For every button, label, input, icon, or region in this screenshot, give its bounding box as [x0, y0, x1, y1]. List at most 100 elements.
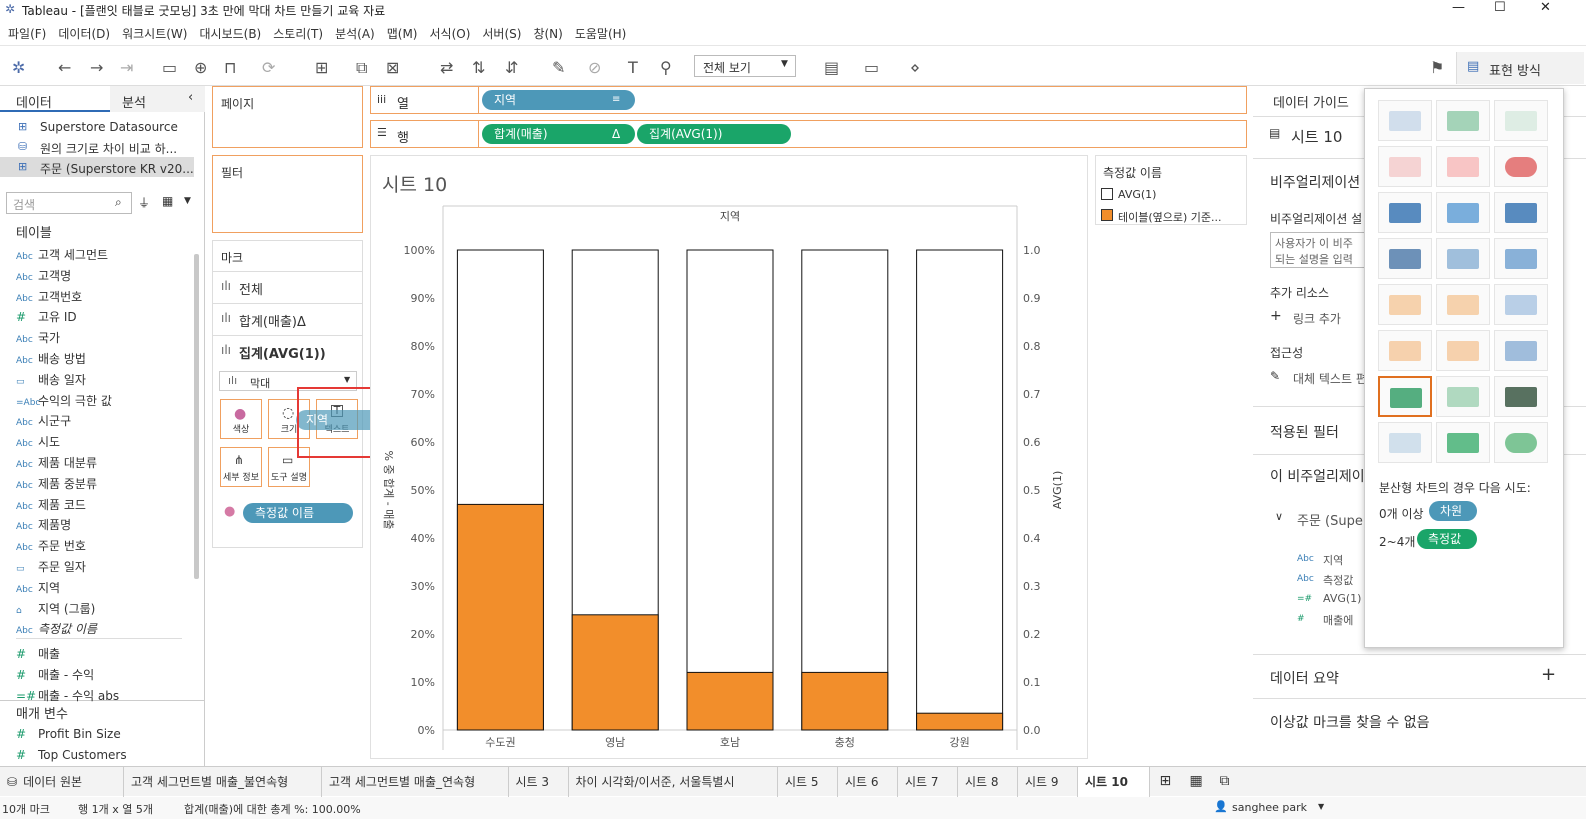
chevron-down-icon[interactable]: ▼: [1318, 802, 1324, 811]
legend-item-pct[interactable]: 테이블(옆으로) 기준...: [1118, 209, 1222, 225]
undo-icon[interactable]: ←: [58, 58, 71, 77]
menu-item[interactable]: 서식(O): [430, 22, 471, 46]
row-pill-sales[interactable]: 합계(매출) Δ: [482, 124, 635, 144]
bar-pct[interactable]: [571, 614, 659, 731]
rows-shelf[interactable]: ☰ 행 합계(매출) Δ 집계(AVG(1)): [370, 120, 1247, 148]
pause-update-icon[interactable]: ⊓: [224, 58, 236, 77]
sheet-tab[interactable]: 시트 5: [778, 767, 838, 797]
field-item[interactable]: ▭ 배송 일자: [16, 371, 86, 391]
menu-item[interactable]: 파일(F): [8, 22, 46, 46]
marks-tab-all[interactable]: ılı 전체: [213, 271, 362, 303]
new-story-icon[interactable]: ⧉: [1220, 773, 1230, 789]
new-sheet-icon[interactable]: ⊞: [315, 58, 328, 77]
new-datasource-icon[interactable]: ⊕: [194, 58, 207, 77]
sheet-tab[interactable]: 차이 시각화/이서준, 서울특별시: [569, 767, 778, 797]
label-icon[interactable]: T: [628, 58, 638, 77]
highlight-icon[interactable]: ✎: [552, 58, 565, 77]
clear-sheet-icon[interactable]: ⊠: [386, 58, 399, 77]
bar-avg[interactable]: [686, 249, 774, 731]
sheet-tab[interactable]: 시트 6: [838, 767, 898, 797]
chart-type-bullet-graph[interactable]: [1436, 422, 1490, 463]
chart-type-symbol-map[interactable]: [1378, 146, 1432, 187]
new-worksheet-icon[interactable]: ⊞: [1160, 773, 1172, 789]
field-item[interactable]: ⌂ 지역 (그룹): [16, 600, 95, 620]
menu-item[interactable]: 워크시트(W): [122, 22, 187, 46]
color-card[interactable]: ● 색상: [220, 399, 262, 439]
chart-type-area-discrete[interactable]: [1436, 330, 1490, 371]
replay-icon[interactable]: ⇥: [120, 58, 133, 77]
chevron-down-icon[interactable]: ∨: [1275, 510, 1283, 523]
share-icon[interactable]: ⋄: [910, 58, 920, 77]
field-item[interactable]: ▭ 주문 일자: [16, 558, 86, 578]
chart-type-scatter-plot[interactable]: [1378, 376, 1432, 417]
parameter-item[interactable]: # Top Customers: [16, 748, 127, 768]
scrollbar[interactable]: [194, 254, 199, 579]
menu-item[interactable]: 대시보드(B): [199, 22, 261, 46]
close-icon[interactable]: ✕: [1540, 0, 1551, 15]
format-painter-icon[interactable]: ⚑: [1430, 58, 1444, 77]
bar-pct[interactable]: [801, 671, 889, 731]
sheet-tab[interactable]: 시트 7: [898, 767, 958, 797]
filter-icon[interactable]: ⏚: [138, 194, 150, 211]
datasource-item[interactable]: ⊞ 주문 (Superstore KR v20...: [0, 157, 194, 177]
search-input[interactable]: 검색 ⌕: [6, 192, 132, 214]
chart-type-area-continuous[interactable]: [1378, 330, 1432, 371]
columns-shelf[interactable]: iii 열 지역 ≡: [370, 86, 1247, 114]
field-item[interactable]: =Abc수익의 극한 값: [16, 392, 112, 412]
save-icon[interactable]: ▭: [162, 58, 177, 77]
sheet-tab[interactable]: 고객 세그먼트별 매출_불연속형: [124, 767, 322, 797]
sheet-tab[interactable]: 고객 세그먼트별 매출_연속형: [322, 767, 509, 797]
field-item[interactable]: Abc 제품 코드: [16, 496, 86, 516]
datasource-tab[interactable]: ⛁ 데이터 원본: [0, 767, 124, 797]
status-user[interactable]: sanghee park: [1232, 801, 1307, 814]
swap-icon[interactable]: ⇄: [440, 58, 453, 77]
tableau-home-icon[interactable]: ✲: [12, 58, 25, 77]
sheet-tab[interactable]: 시트 3: [509, 767, 569, 797]
sort-desc-icon[interactable]: ⇵: [505, 58, 518, 77]
field-item[interactable]: Abc 고객번호: [16, 288, 82, 308]
parameter-item[interactable]: # Profit Bin Size: [16, 727, 121, 747]
menu-item[interactable]: 도움말(H): [575, 22, 627, 46]
bar-pct[interactable]: [686, 671, 774, 731]
chart-type-box-whisker[interactable]: [1494, 376, 1548, 417]
menu-item[interactable]: 스토리(T): [273, 22, 323, 46]
chart-type-dual-lines[interactable]: [1494, 284, 1548, 325]
chart-type-side-by-side-bars[interactable]: [1494, 192, 1548, 233]
field-item[interactable]: Abc 제품 대분류: [16, 454, 97, 474]
view-list-icon[interactable]: ▦: [162, 194, 173, 208]
chart-type-gantt-chart[interactable]: [1378, 422, 1432, 463]
pencil-icon[interactable]: ✎: [1270, 369, 1280, 383]
bar-avg[interactable]: [916, 249, 1004, 731]
group-icon[interactable]: ⊘: [588, 58, 601, 77]
chart-type-histogram[interactable]: [1436, 376, 1490, 417]
pin-icon[interactable]: ⚲: [660, 58, 672, 77]
sort-asc-icon[interactable]: ⇅: [472, 58, 485, 77]
field-item[interactable]: # 매출: [16, 645, 60, 665]
field-item[interactable]: Abc 고객 세그먼트: [16, 246, 108, 266]
collapse-icon[interactable]: ‹: [188, 90, 193, 105]
chart-type-filled-map[interactable]: [1436, 146, 1490, 187]
new-dashboard-icon[interactable]: ▦: [1190, 773, 1203, 789]
field-item[interactable]: Abc 제품명: [16, 516, 71, 536]
field-item[interactable]: Abc 지역: [16, 579, 60, 599]
field-item[interactable]: Abc 고객명: [16, 267, 71, 287]
menu-item[interactable]: 창(N): [533, 22, 562, 46]
field-item[interactable]: Abc 주문 번호: [16, 537, 86, 557]
field-item[interactable]: # 고유 ID: [16, 308, 77, 328]
chart-type-circle-views[interactable]: [1436, 238, 1490, 279]
row-pill-avg[interactable]: 집계(AVG(1)): [637, 124, 791, 144]
field-item[interactable]: Abc 시군구: [16, 412, 71, 432]
chart-type-text-table[interactable]: [1378, 100, 1432, 141]
field-item[interactable]: Abc 배송 방법: [16, 350, 86, 370]
menu-item[interactable]: 데이터(D): [58, 22, 110, 46]
field-item[interactable]: Abc 시도: [16, 433, 60, 453]
plus-icon[interactable]: +: [1270, 308, 1282, 324]
sheet-tab[interactable]: 시트 10: [1078, 767, 1150, 797]
chart-type-horizontal-bars[interactable]: [1378, 192, 1432, 233]
card-toggle-icon[interactable]: ▤: [824, 58, 839, 77]
legend-item-avg[interactable]: AVG(1): [1118, 188, 1156, 201]
color-measure-pill[interactable]: 측정값 이름: [243, 503, 353, 523]
presentation-icon[interactable]: ▭: [864, 58, 879, 77]
showme-button[interactable]: ▤ 표현 방식: [1456, 52, 1584, 84]
sheet-tab[interactable]: 시트 9: [1018, 767, 1078, 797]
